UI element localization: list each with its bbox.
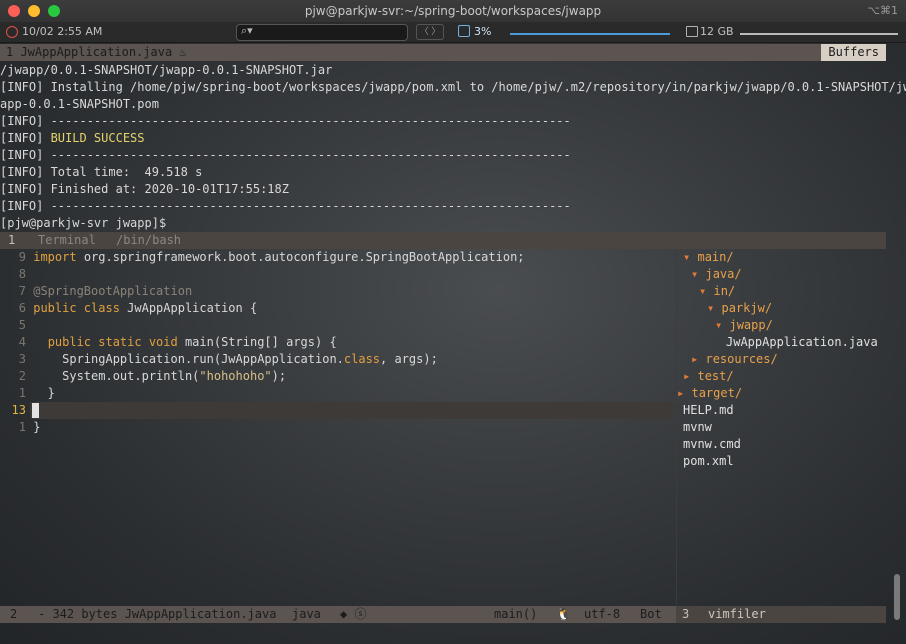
- status-symbols: ◆ ⓢ: [340, 607, 367, 621]
- code-line: 9 import org.springframework.boot.autoco…: [18, 250, 525, 264]
- vim-tabline: 1 JwAppApplication.java ♨ Buffers: [0, 44, 886, 61]
- tree-file-help[interactable]: HELP.md: [683, 402, 734, 419]
- scrollbar[interactable]: [894, 574, 900, 620]
- collapsed-arrow-icon: ▸: [677, 386, 685, 400]
- terminal-line: [INFO] Total time: 49.518 s: [0, 165, 203, 179]
- code-line: 2 System.out.println("hohohoho");: [18, 369, 287, 383]
- command-line[interactable]: [0, 624, 906, 644]
- text-cursor: [32, 403, 39, 418]
- terminal-line: [INFO] BUILD SUCCESS: [0, 130, 145, 147]
- tree-file-mvnw[interactable]: mvnw: [683, 419, 712, 436]
- terminal-window: pjw@parkjw-svr:~/spring-boot/workspaces/…: [0, 0, 906, 644]
- cpu-graph: [510, 33, 670, 35]
- memory-usage: 12 GB: [700, 25, 734, 38]
- status-time: 10/02 2:55 AM: [22, 25, 103, 38]
- tree-node-java[interactable]: ▾ java/: [691, 266, 742, 283]
- vimfiler-window-number: 3: [682, 607, 690, 621]
- terminal-line: [INFO] Finished at: 2020-10-01T17:55:18Z: [0, 182, 289, 196]
- tree-node-in[interactable]: ▾ in/: [699, 283, 735, 300]
- window-title: pjw@parkjw-svr:~/spring-boot/workspaces/…: [304, 4, 602, 18]
- tree-file-pom[interactable]: pom.xml: [683, 453, 734, 470]
- window-shortcut: ⌥⌘1: [867, 4, 898, 17]
- code-line: 6 public class JwAppApplication {: [18, 301, 258, 315]
- expanded-arrow-icon: ▾: [691, 267, 699, 281]
- cpu-icon: [458, 25, 470, 37]
- os-icon: 🐧: [556, 607, 571, 621]
- terminal-window-number: 1: [8, 233, 16, 247]
- tree-node-resources[interactable]: ▸ resources/: [691, 351, 778, 368]
- collapsed-arrow-icon: ▸: [691, 352, 699, 366]
- tree-node-jwapp[interactable]: ▾ jwapp/: [715, 317, 773, 334]
- memory-graph: [740, 33, 898, 35]
- tree-node-parkjw[interactable]: ▾ parkjw/: [707, 300, 772, 317]
- vimfiler-label: vimfiler: [708, 607, 766, 621]
- code-line: 1 }: [18, 420, 41, 434]
- terminal-line: [INFO] Installing /home/pjw/spring-boot/…: [0, 80, 906, 94]
- code-line: 7 @SpringBootApplication: [18, 284, 193, 298]
- tree-node-test[interactable]: ▸ test/: [683, 368, 734, 385]
- code-line: 1 }: [18, 386, 55, 400]
- terminal-line: [INFO] ---------------------------------…: [0, 114, 571, 128]
- terminal-line: [INFO] ---------------------------------…: [0, 199, 571, 213]
- terminal-shell: /bin/bash: [116, 233, 182, 247]
- expanded-arrow-icon: ▾: [699, 284, 707, 298]
- expanded-arrow-icon: ▾: [707, 301, 715, 315]
- vimfiler-tree: ▾ main/ ▾ java/ ▾ in/ ▾ parkjw/ ▾ jwapp/…: [676, 249, 887, 605]
- window-number: 2: [10, 607, 18, 621]
- info-prefix: [INFO]: [0, 131, 51, 145]
- tree-file-jwappapplication[interactable]: JwAppApplication.java: [726, 334, 878, 351]
- expanded-arrow-icon: ▾: [715, 318, 723, 332]
- collapsed-arrow-icon: ▸: [683, 369, 691, 383]
- terminal-line: app-0.0.1-SNAPSHOT.pom: [0, 97, 159, 111]
- search-icon: ⌕▾: [241, 24, 253, 37]
- code-line-current: 13: [11, 403, 26, 417]
- title-bar: pjw@parkjw-svr:~/spring-boot/workspaces/…: [0, 0, 906, 22]
- file-encoding: utf-8: [584, 607, 621, 621]
- tab-jwappapplication[interactable]: 1 JwAppApplication.java ♨: [6, 44, 187, 61]
- shell-prompt[interactable]: [pjw@parkjw-svr jwapp]$: [0, 215, 166, 232]
- tree-node-target[interactable]: ▸ target/: [677, 385, 742, 402]
- code-line: 8: [18, 267, 26, 281]
- code-line: 4 public static void main(String[] args)…: [18, 335, 337, 349]
- expanded-arrow-icon: ▾: [683, 250, 691, 264]
- status-bar: 10/02 2:55 AM ⌕▾ 〈 〉 3% 12 GB: [0, 22, 906, 43]
- terminal-line: [INFO] ---------------------------------…: [0, 148, 571, 162]
- cpu-usage: 3%: [474, 25, 492, 38]
- memory-icon: [686, 26, 698, 37]
- terminal-label: Terminal: [38, 233, 96, 247]
- scroll-position: Bot: [640, 607, 662, 621]
- vimfiler-statusline: 3 vimfiler: [676, 606, 886, 623]
- code-line: 5: [18, 318, 26, 332]
- terminal-statusline: 1 Terminal /bin/bash: [0, 232, 886, 249]
- history-nav-buttons[interactable]: 〈 〉: [416, 24, 444, 40]
- cursor-line: [30, 402, 674, 419]
- search-input[interactable]: [236, 24, 408, 41]
- code-line: 3 SpringApplication.run(JwAppApplication…: [18, 352, 438, 366]
- buffers-label: Buffers: [821, 44, 886, 61]
- current-function: main(): [494, 607, 538, 621]
- clock-icon: [6, 26, 18, 38]
- file-info: - 342 bytes JwAppApplication.java: [38, 607, 277, 621]
- tree-node-main[interactable]: ▾ main/: [683, 249, 734, 266]
- build-success: BUILD SUCCESS: [50, 131, 145, 145]
- filetype: java: [292, 607, 321, 621]
- tree-file-mvnw-cmd[interactable]: mvnw.cmd: [683, 436, 741, 453]
- terminal-line: /jwapp/0.0.1-SNAPSHOT/jwapp-0.0.1-SNAPSH…: [0, 63, 333, 77]
